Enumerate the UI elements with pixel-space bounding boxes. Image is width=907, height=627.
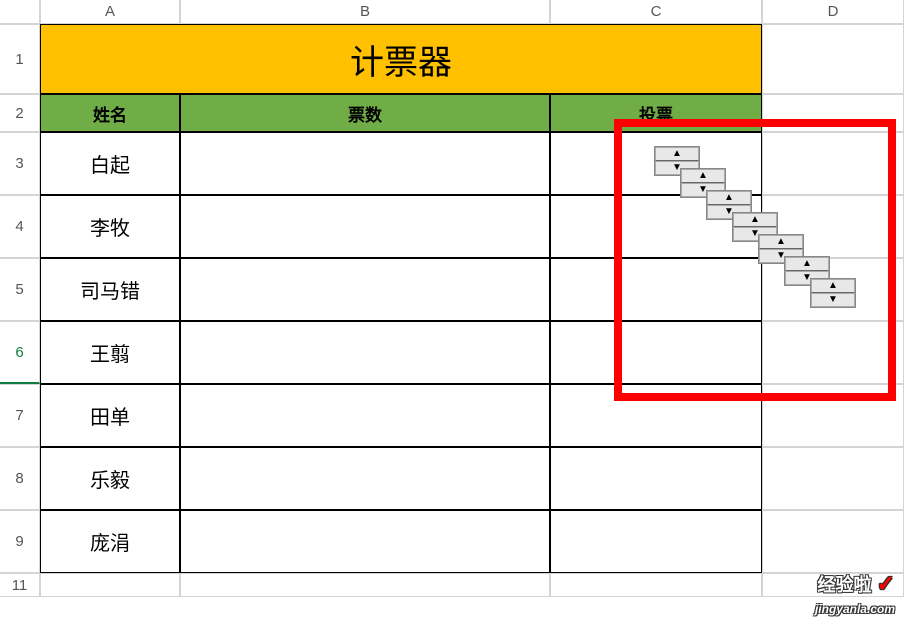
cell-c6[interactable]: [550, 321, 762, 384]
row-header-6[interactable]: 6: [0, 321, 40, 384]
row-header-11[interactable]: 11: [0, 573, 40, 597]
header-name[interactable]: 姓名: [40, 94, 180, 132]
cell-a11[interactable]: [40, 573, 180, 597]
row-header-7[interactable]: 7: [0, 384, 40, 447]
cell-c7[interactable]: [550, 384, 762, 447]
spreadsheet-grid: A B C D 1 计票器 2 姓名 票数 投票 3 白起 4 李牧 5 司马错…: [0, 0, 907, 597]
row-header-9[interactable]: 9: [0, 510, 40, 573]
header-vote-action[interactable]: 投票: [550, 94, 762, 132]
cell-b8[interactable]: [180, 447, 550, 510]
spinner-up-icon[interactable]: ▲: [811, 279, 855, 293]
cell-a8[interactable]: 乐毅: [40, 447, 180, 510]
watermark-sub: jingyanla.com: [815, 602, 895, 616]
cell-c8[interactable]: [550, 447, 762, 510]
cell-d7[interactable]: [762, 384, 904, 447]
spinner-up-icon[interactable]: ▲: [707, 191, 751, 205]
cell-c11[interactable]: [550, 573, 762, 597]
spinner-down-icon[interactable]: ▼: [811, 293, 855, 307]
cell-b4[interactable]: [180, 195, 550, 258]
cell-a6[interactable]: 王翦: [40, 321, 180, 384]
row-header-8[interactable]: 8: [0, 447, 40, 510]
select-all-corner[interactable]: [0, 0, 40, 24]
row-header-2[interactable]: 2: [0, 94, 40, 132]
cell-a5[interactable]: 司马错: [40, 258, 180, 321]
watermark: 经验啦 ✓ jingyanla.com: [815, 571, 895, 619]
header-votes[interactable]: 票数: [180, 94, 550, 132]
cell-c5[interactable]: [550, 258, 762, 321]
cell-d9[interactable]: [762, 510, 904, 573]
spinner-up-icon[interactable]: ▲: [785, 257, 829, 271]
cell-a7[interactable]: 田单: [40, 384, 180, 447]
col-header-d[interactable]: D: [762, 0, 904, 24]
cell-b6[interactable]: [180, 321, 550, 384]
cell-a3[interactable]: 白起: [40, 132, 180, 195]
cell-b7[interactable]: [180, 384, 550, 447]
cell-d2[interactable]: [762, 94, 904, 132]
cell-c9[interactable]: [550, 510, 762, 573]
cell-a9[interactable]: 庞涓: [40, 510, 180, 573]
spinner-up-icon[interactable]: ▲: [733, 213, 777, 227]
cell-b5[interactable]: [180, 258, 550, 321]
cell-b3[interactable]: [180, 132, 550, 195]
row-header-3[interactable]: 3: [0, 132, 40, 195]
row-header-4[interactable]: 4: [0, 195, 40, 258]
col-header-c[interactable]: C: [550, 0, 762, 24]
cell-d3[interactable]: [762, 132, 904, 195]
watermark-text: 经验啦: [818, 575, 872, 595]
spinner-up-icon[interactable]: ▲: [681, 169, 725, 183]
row-header-1[interactable]: 1: [0, 24, 40, 94]
cell-a4[interactable]: 李牧: [40, 195, 180, 258]
row-header-5[interactable]: 5: [0, 258, 40, 321]
cell-d1[interactable]: [762, 24, 904, 94]
check-icon: ✓: [877, 571, 895, 596]
spinner-7[interactable]: ▲ ▼: [810, 278, 856, 308]
title-cell[interactable]: 计票器: [40, 24, 762, 94]
spinner-up-icon[interactable]: ▲: [759, 235, 803, 249]
spinner-up-icon[interactable]: ▲: [655, 147, 699, 161]
cell-b9[interactable]: [180, 510, 550, 573]
cell-d8[interactable]: [762, 447, 904, 510]
col-header-a[interactable]: A: [40, 0, 180, 24]
col-header-b[interactable]: B: [180, 0, 550, 24]
cell-d6[interactable]: [762, 321, 904, 384]
cell-b11[interactable]: [180, 573, 550, 597]
